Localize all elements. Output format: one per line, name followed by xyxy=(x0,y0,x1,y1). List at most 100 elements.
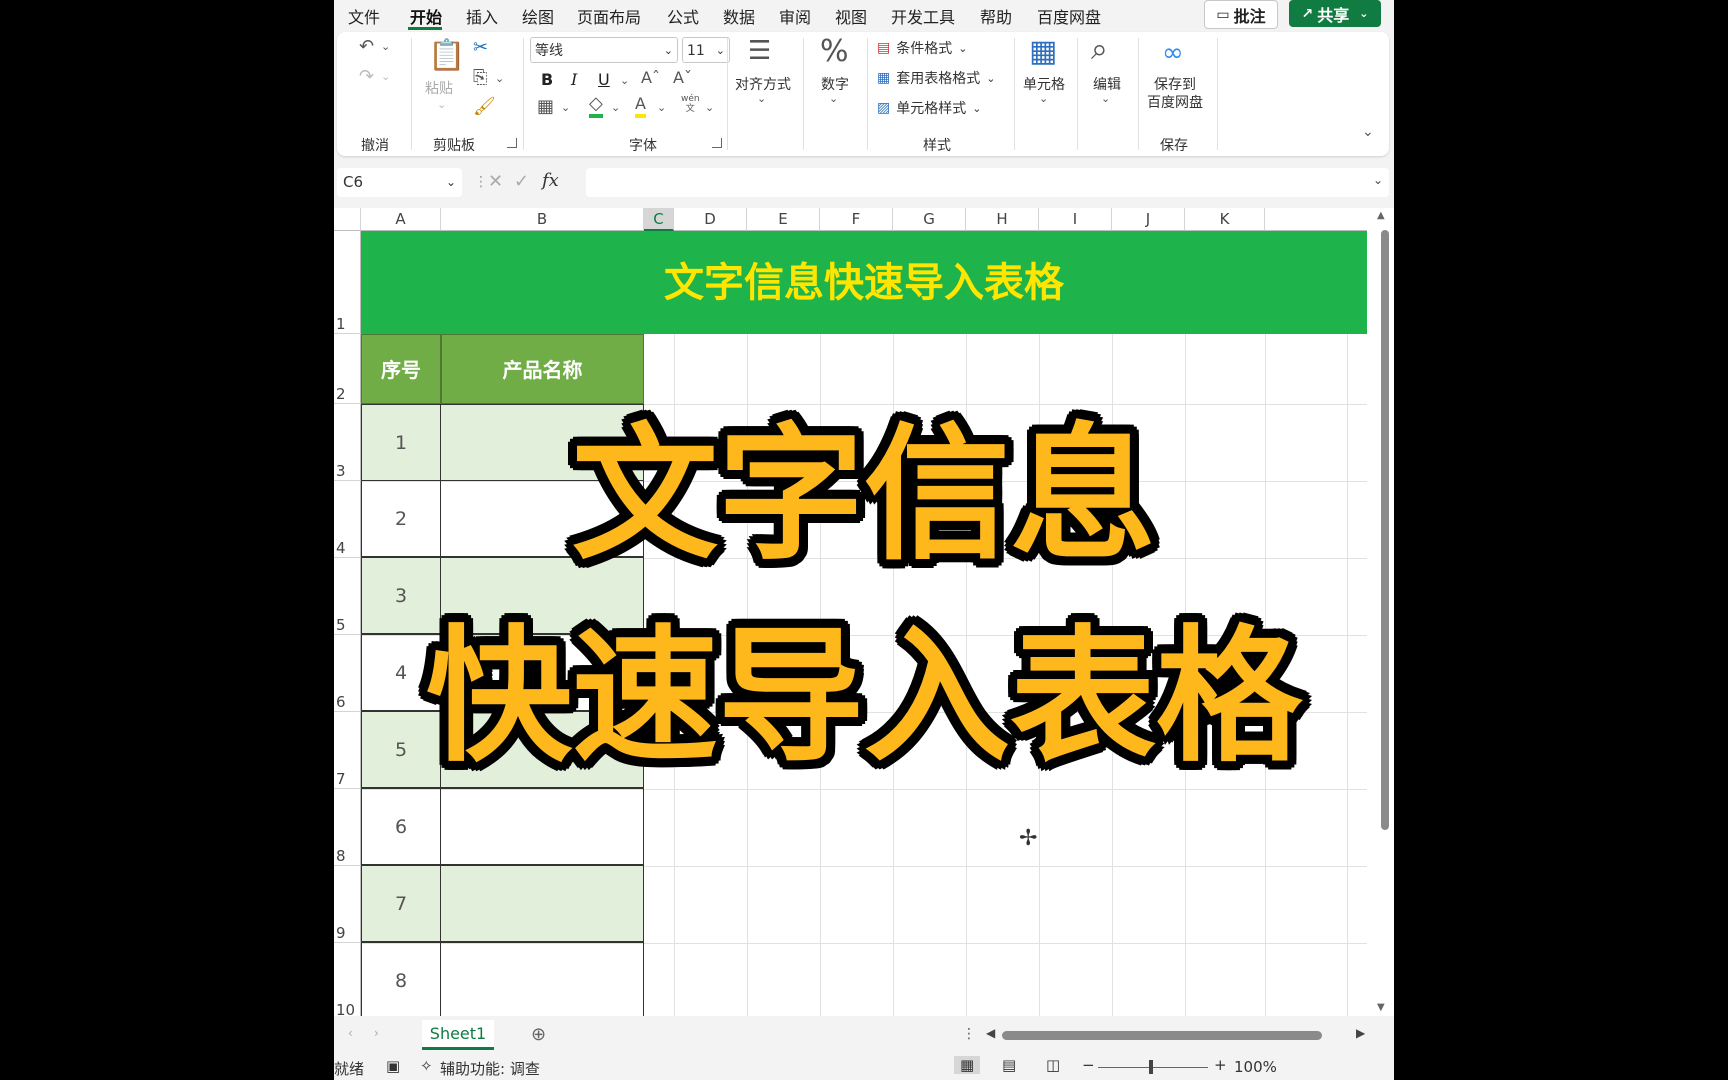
serial-cell[interactable]: 8 xyxy=(361,942,441,1016)
next-sheet-icon[interactable]: › xyxy=(374,1026,379,1040)
add-sheet-icon[interactable]: ⊕ xyxy=(531,1024,546,1045)
share-button[interactable]: ↗ 共享 ⌄ xyxy=(1289,0,1381,27)
redo-icon[interactable]: ↷ xyxy=(359,66,374,87)
font-color-icon[interactable]: A xyxy=(635,94,646,118)
comments-button[interactable]: ▭ 批注 xyxy=(1204,0,1278,29)
format-as-table-button[interactable]: ▦ 套用表格格式 ⌄ xyxy=(877,68,995,88)
tab-file[interactable]: 文件 xyxy=(348,4,380,28)
font-size-select[interactable]: 11 ⌄ xyxy=(682,37,730,63)
phonetic-icon[interactable]: wén 文 xyxy=(681,94,700,114)
cells-label[interactable]: 单元格 xyxy=(1019,74,1069,94)
header-cell-product-name[interactable]: 产品名称 xyxy=(441,334,644,404)
copy-icon[interactable]: ⎘ xyxy=(473,67,487,88)
underline-button[interactable]: U xyxy=(598,70,610,89)
options-icon[interactable]: ⋮ xyxy=(962,1026,976,1042)
page-break-view-icon[interactable]: ◫ xyxy=(1046,1056,1060,1074)
alignment-dropdown-icon[interactable]: ⌄ xyxy=(757,92,766,105)
cancel-icon[interactable]: ✕ xyxy=(488,171,503,192)
macro-icon[interactable]: ▣ xyxy=(386,1057,400,1075)
decrease-font-icon[interactable]: Aˇ xyxy=(673,68,692,87)
save-to-baidu-button[interactable]: 保存到 百度网盘 xyxy=(1145,76,1205,112)
product-name-cell[interactable] xyxy=(440,865,644,942)
insert-function-icon[interactable]: fx xyxy=(542,170,559,191)
number-dropdown-icon[interactable]: ⌄ xyxy=(829,92,838,105)
column-header-b[interactable]: B xyxy=(441,208,644,231)
number-label[interactable]: 数字 xyxy=(815,74,855,94)
column-header-d[interactable]: D xyxy=(674,208,747,231)
borders-dropdown-icon[interactable]: ⌄ xyxy=(561,101,570,114)
horizontal-scrollbar[interactable] xyxy=(1002,1031,1322,1040)
paste-icon[interactable]: 📋 xyxy=(428,38,465,73)
bold-button[interactable]: B xyxy=(541,70,553,89)
cells-icon[interactable]: ▦ xyxy=(1029,34,1057,69)
chevron-down-icon[interactable]: ⌄ xyxy=(1359,7,1368,20)
row-header-10[interactable]: 10 xyxy=(334,943,361,1016)
confirm-icon[interactable]: ✓ xyxy=(514,171,529,192)
accessibility-icon[interactable]: ✧ xyxy=(420,1057,433,1075)
column-header-j[interactable]: J xyxy=(1112,208,1185,231)
accessibility-status[interactable]: 辅助功能: 调查 xyxy=(440,1058,540,1079)
undo-dropdown-icon[interactable]: ⌄ xyxy=(381,40,390,53)
row-header-2[interactable]: 2 xyxy=(334,334,361,404)
row-header-8[interactable]: 8 xyxy=(334,789,361,866)
zoom-slider[interactable] xyxy=(1098,1067,1208,1068)
zoom-slider-thumb[interactable] xyxy=(1149,1060,1153,1074)
product-name-cell[interactable] xyxy=(440,788,644,865)
serial-cell[interactable]: 6 xyxy=(361,788,441,865)
paste-label[interactable]: 粘贴 xyxy=(425,78,453,98)
column-header-a[interactable]: A xyxy=(361,208,441,231)
prev-sheet-icon[interactable]: ‹ xyxy=(348,1026,353,1040)
percent-icon[interactable]: % xyxy=(820,34,849,69)
copy-dropdown-icon[interactable]: ⌄ xyxy=(495,72,504,85)
scroll-up-icon[interactable]: ▲ xyxy=(1377,210,1385,221)
alignment-label[interactable]: 对齐方式 xyxy=(733,74,793,94)
clipboard-launcher-icon[interactable] xyxy=(507,138,517,148)
formula-input[interactable]: ⌄ xyxy=(586,168,1389,197)
search-icon[interactable]: ⌕ xyxy=(1091,32,1108,67)
column-header-e[interactable]: E xyxy=(747,208,820,231)
tab-review[interactable]: 审阅 xyxy=(779,4,811,28)
phonetic-dropdown-icon[interactable]: ⌄ xyxy=(705,101,714,114)
expand-formula-icon[interactable]: ⌄ xyxy=(1373,173,1383,187)
select-all-corner[interactable] xyxy=(334,208,361,231)
column-header-k[interactable]: K xyxy=(1185,208,1265,231)
tab-page-layout[interactable]: 页面布局 xyxy=(577,4,641,28)
underline-dropdown-icon[interactable]: ⌄ xyxy=(620,74,629,87)
collapse-ribbon-icon[interactable]: ⌄ xyxy=(1362,124,1374,140)
normal-view-icon[interactable]: ▦ xyxy=(954,1056,981,1074)
product-name-cell[interactable] xyxy=(440,942,644,1016)
row-header-9[interactable]: 9 xyxy=(334,866,361,943)
tab-draw[interactable]: 绘图 xyxy=(522,4,554,28)
name-box[interactable]: C6 ⌄ xyxy=(337,168,462,197)
editing-dropdown-icon[interactable]: ⌄ xyxy=(1101,92,1110,105)
tab-developer[interactable]: 开发工具 xyxy=(891,4,955,28)
alignment-icon[interactable]: ☰ xyxy=(748,36,771,66)
column-header-g[interactable]: G xyxy=(893,208,966,231)
tab-view[interactable]: 视图 xyxy=(835,4,867,28)
serial-cell[interactable]: 7 xyxy=(361,865,441,942)
borders-icon[interactable]: ▦ xyxy=(537,96,554,117)
scroll-down-icon[interactable]: ▼ xyxy=(1377,1002,1385,1013)
page-layout-view-icon[interactable]: ▤ xyxy=(1002,1056,1016,1074)
italic-button[interactable]: I xyxy=(571,70,577,89)
fill-dropdown-icon[interactable]: ⌄ xyxy=(611,101,620,114)
tab-data[interactable]: 数据 xyxy=(723,4,755,28)
font-color-dropdown-icon[interactable]: ⌄ xyxy=(657,101,666,114)
zoom-in-icon[interactable]: + xyxy=(1214,1056,1227,1074)
redo-dropdown-icon[interactable]: ⌄ xyxy=(381,70,390,83)
cut-icon[interactable]: ✂ xyxy=(473,37,488,58)
undo-icon[interactable]: ↶ xyxy=(359,36,374,57)
editing-label[interactable]: 编辑 xyxy=(1087,74,1127,94)
column-header-c[interactable]: C xyxy=(644,208,674,231)
column-header-h[interactable]: H xyxy=(966,208,1039,231)
tab-baidu[interactable]: 百度网盘 xyxy=(1037,4,1101,28)
baidu-netdisk-icon[interactable]: ∞ xyxy=(1162,38,1184,68)
fill-color-icon[interactable]: ◇ xyxy=(589,94,603,118)
paste-dropdown-icon[interactable]: ⌄ xyxy=(437,98,446,111)
scroll-right-icon[interactable]: ▶ xyxy=(1356,1026,1365,1040)
zoom-level[interactable]: 100% xyxy=(1234,1058,1277,1076)
increase-font-icon[interactable]: Aˆ xyxy=(641,68,660,87)
zoom-out-icon[interactable]: − xyxy=(1082,1056,1095,1074)
cell-styles-button[interactable]: ▨ 单元格样式 ⌄ xyxy=(877,98,981,118)
format-painter-icon[interactable]: 🖌 xyxy=(473,96,496,117)
